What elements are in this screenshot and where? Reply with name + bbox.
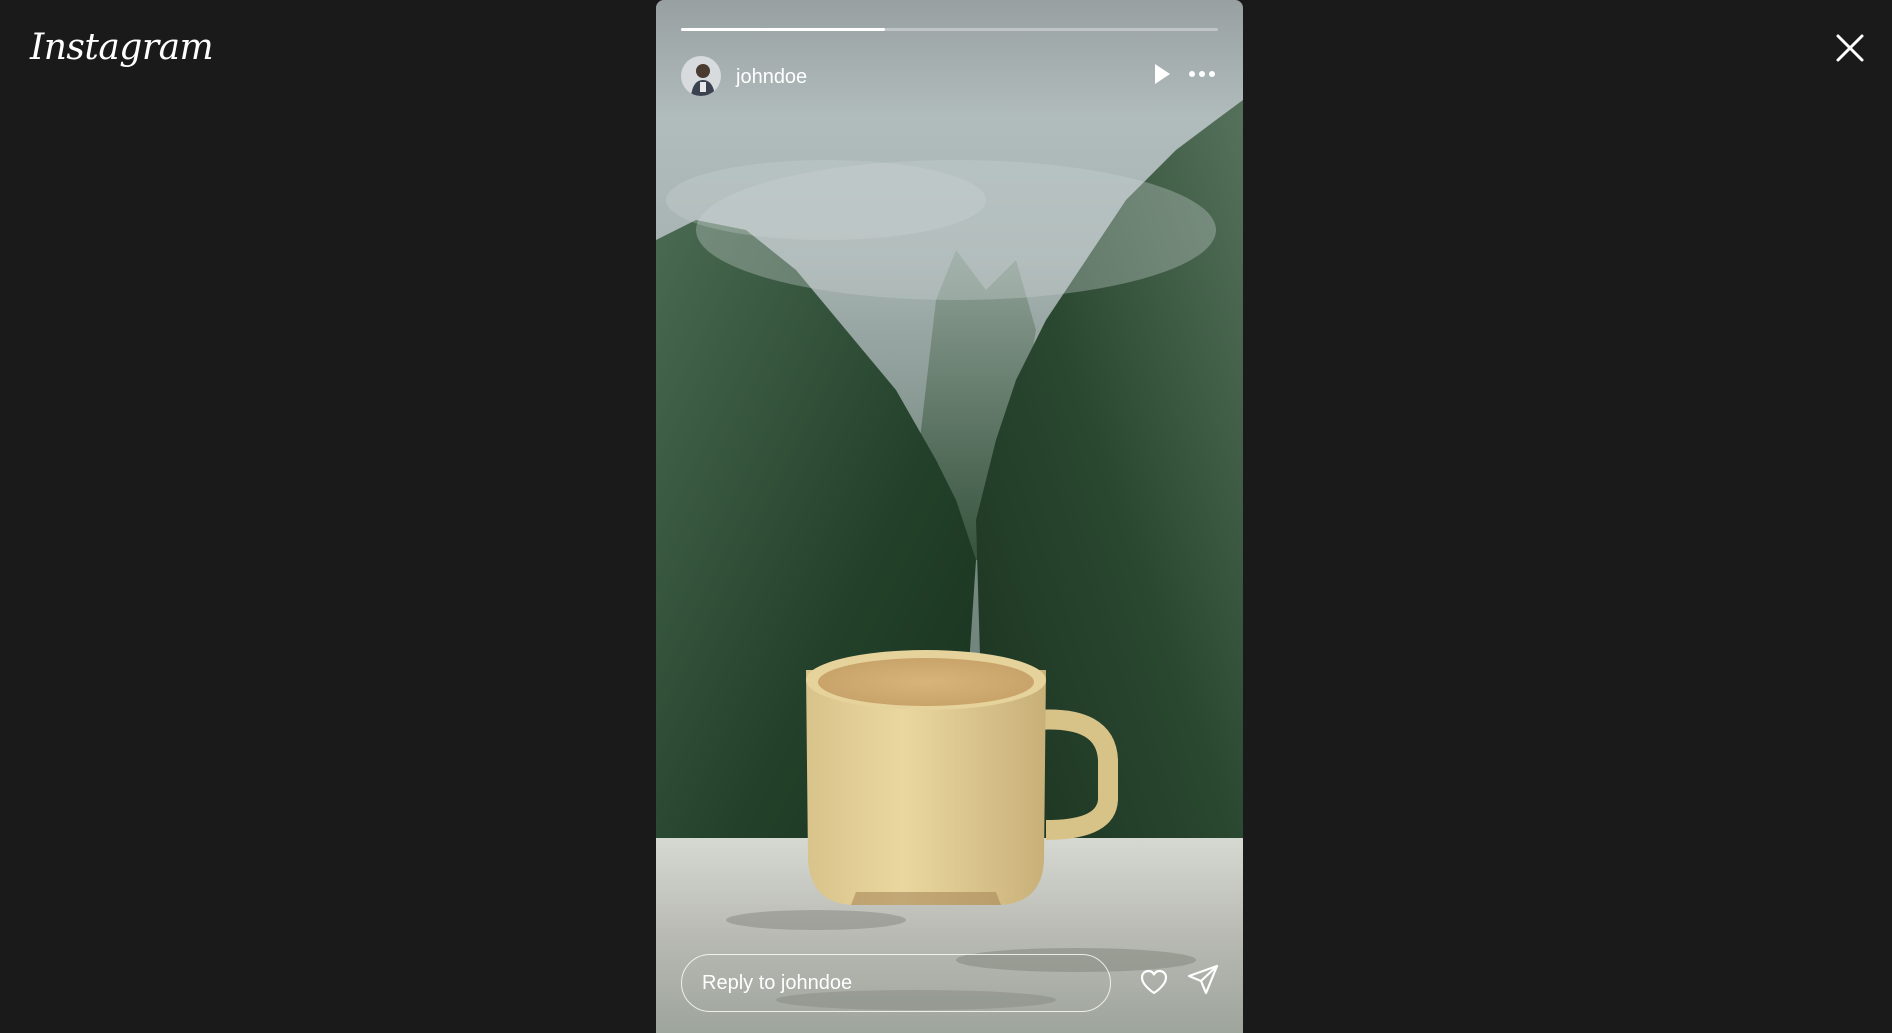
share-button[interactable] [1186,963,1220,997]
story-progress-fill [681,28,886,31]
reply-input[interactable] [681,954,1111,1012]
avatar[interactable] [681,56,721,96]
heart-icon [1140,969,1168,995]
play-button[interactable] [1148,61,1174,87]
send-icon [1187,964,1219,995]
story-header: johndoe [681,56,1218,96]
story-frame[interactable]: johndoe [656,0,1243,1033]
story-image [656,0,1243,1033]
like-button[interactable] [1138,966,1170,998]
close-icon [1836,34,1864,62]
close-button[interactable] [1830,28,1870,68]
story-username[interactable]: johndoe [736,66,807,88]
story-viewer-page: Instagram johndoe Reply to johndoe [0,0,1892,1033]
play-icon [1155,64,1170,84]
instagram-logo[interactable]: Instagram [30,18,214,78]
profile-photo [681,56,721,96]
story-progress-bar [681,28,1218,31]
more-options-icon [1189,71,1215,77]
more-options-button[interactable] [1186,61,1218,87]
